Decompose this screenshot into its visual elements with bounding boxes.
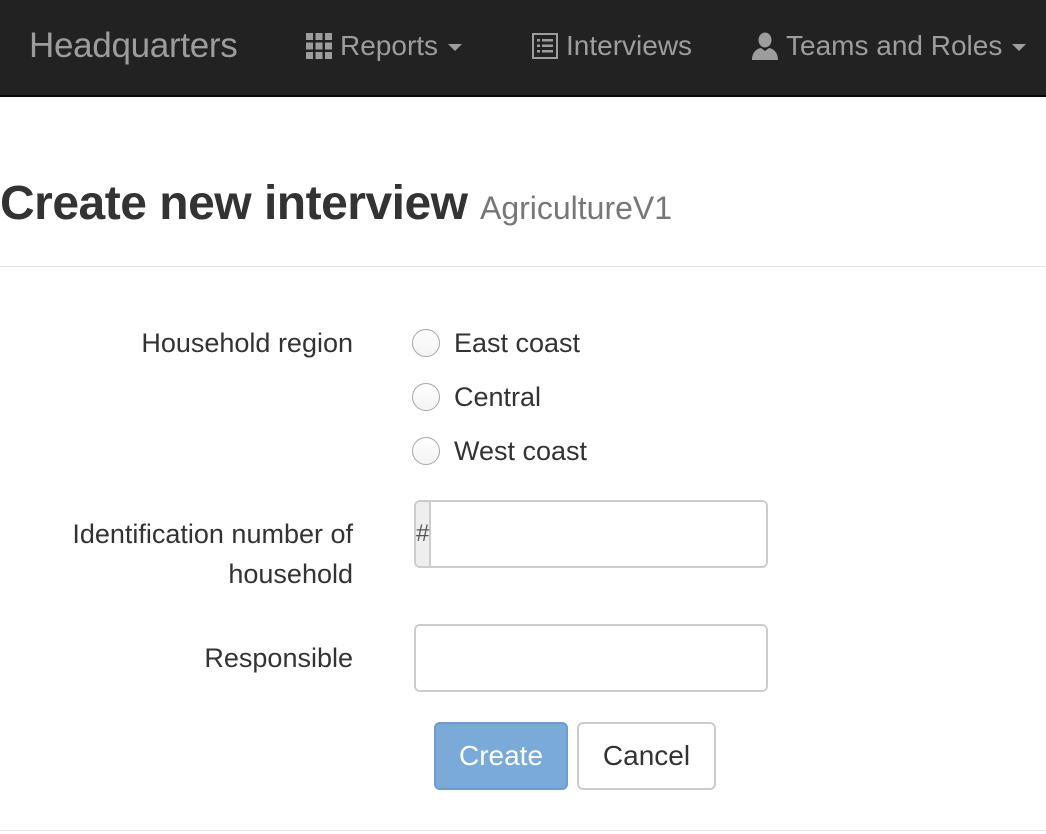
- radio-label: East coast: [454, 327, 581, 358]
- nav-reports-label: Reports: [340, 30, 439, 61]
- page-header: Create new interview AgricultureV1: [0, 176, 672, 231]
- nav-teams-label: Teams and Roles: [786, 30, 1003, 61]
- radio-button[interactable]: [412, 383, 440, 411]
- household-id-input-group: #: [414, 500, 768, 568]
- radio-central[interactable]: Central: [412, 377, 541, 417]
- radio-label: West coast: [454, 435, 588, 466]
- responsible-input-group: [414, 624, 768, 692]
- radio-button[interactable]: [412, 329, 440, 357]
- radio-east-coast[interactable]: East coast: [412, 323, 580, 363]
- questionnaire-name: AgricultureV1: [479, 190, 673, 226]
- top-navbar: Headquarters Reports Interviews Teams an…: [0, 0, 1046, 97]
- nav-interviews-link[interactable]: Interviews: [532, 26, 692, 66]
- hash-addon: #: [416, 502, 432, 566]
- create-button[interactable]: Create: [434, 722, 568, 790]
- divider: [0, 266, 1046, 267]
- grid-icon: [306, 33, 332, 59]
- radio-west-coast[interactable]: West coast: [412, 431, 587, 471]
- radio-label: Central: [454, 381, 542, 412]
- household-region-label: Household region: [141, 328, 353, 358]
- divider: [0, 830, 1046, 831]
- nav-reports-dropdown[interactable]: Reports: [306, 26, 463, 66]
- nav-interviews-label: Interviews: [566, 30, 693, 61]
- caret-down-icon: [448, 44, 463, 51]
- page-title: Create new interview: [0, 177, 468, 230]
- cancel-button[interactable]: Cancel: [577, 722, 716, 790]
- caret-down-icon: [1012, 44, 1027, 51]
- list-icon: [532, 33, 558, 59]
- radio-button[interactable]: [412, 437, 440, 465]
- household-id-input[interactable]: [431, 502, 766, 566]
- nav-teams-dropdown[interactable]: Teams and Roles: [752, 26, 1027, 66]
- brand-link[interactable]: Headquarters: [29, 26, 238, 66]
- responsible-label: Responsible: [204, 643, 353, 673]
- user-icon: [752, 32, 778, 60]
- household-id-label: Identification number of household: [72, 519, 353, 589]
- responsible-input[interactable]: [416, 626, 766, 690]
